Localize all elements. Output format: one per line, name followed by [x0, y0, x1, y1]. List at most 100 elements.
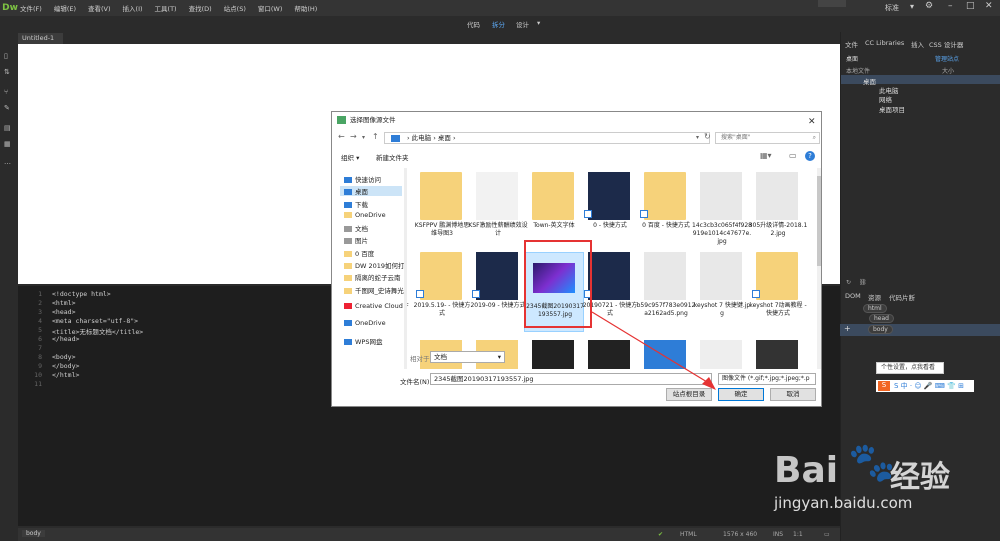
cancel-button[interactable]: 取消 — [770, 388, 816, 401]
site-root-button[interactable]: 站点根目录 — [666, 388, 712, 401]
nav-item[interactable]: DW 2019如何打 — [344, 260, 405, 270]
tab-files[interactable]: 文件 — [845, 39, 858, 49]
branch-icon[interactable]: ⑂ — [4, 88, 14, 97]
outline-icon[interactable]: ▦ — [4, 140, 14, 149]
tree-item-desktop-projects[interactable]: 桌面项目 — [879, 104, 905, 114]
sort-icon[interactable]: ⇅ — [4, 68, 14, 77]
file-thumbnail[interactable] — [700, 340, 742, 369]
file-item[interactable]: 0 - 快捷方式 — [580, 172, 640, 252]
filename-input[interactable]: 2345截图20190317193557.jpg — [430, 373, 712, 385]
tab-snippets[interactable]: 代码片断 — [889, 292, 915, 302]
refresh-icon[interactable]: ↻ — [704, 132, 711, 141]
sogou-icon[interactable]: S — [878, 381, 890, 391]
file-item[interactable]: keyshot 7动画教程 - 快捷方式 — [748, 252, 808, 332]
address-bar[interactable]: › 此电脑 › 桌面 › — [384, 132, 710, 144]
menu-help[interactable]: 帮助(H) — [294, 3, 317, 13]
code-text[interactable]: <meta charset="utf-8"> — [52, 317, 138, 325]
dom-node-body[interactable]: body — [868, 325, 893, 334]
file-thumbnail[interactable] — [644, 340, 686, 369]
workspace-switcher[interactable]: 标准 — [885, 3, 899, 13]
file-grid-scrollbar[interactable] — [817, 168, 821, 369]
menu-window[interactable]: 窗口(W) — [258, 3, 283, 13]
chevron-down-icon[interactable]: ▾ — [696, 134, 699, 141]
tab-insert[interactable]: 插入 — [911, 39, 924, 49]
brush-icon[interactable]: ✎ — [4, 104, 14, 113]
search-input[interactable]: 搜索"桌面" ⌕ — [715, 132, 820, 144]
nav-item[interactable]: WPS网盘 — [344, 336, 382, 346]
file-thumbnail[interactable] — [588, 340, 630, 369]
menu-insert[interactable]: 插入(I) — [123, 3, 143, 13]
code-text[interactable]: </head> — [52, 335, 79, 343]
nav-item[interactable]: OneDrive — [344, 211, 386, 219]
minimize-icon[interactable]: – — [948, 1, 953, 11]
gear-icon[interactable]: ⚙ — [925, 1, 933, 11]
new-folder-button[interactable]: 新建文件夹 — [376, 152, 409, 162]
file-item[interactable]: KSF激励性薪酬绩效设计 — [468, 172, 528, 252]
maximize-icon[interactable]: □ — [966, 1, 975, 11]
file-icon[interactable]: ▯ — [4, 52, 14, 61]
menu-site[interactable]: 站点(S) — [224, 3, 246, 13]
tab-cc-libraries[interactable]: CC Libraries — [865, 39, 904, 47]
code-view-button[interactable]: 代码 — [467, 19, 480, 29]
file-item[interactable]: Town-英文字体 — [524, 172, 584, 252]
close-icon[interactable]: ✕ — [808, 114, 816, 130]
location-select[interactable]: 桌面 — [846, 54, 858, 63]
file-item[interactable]: keyshot 7 快捷键.jpg — [692, 252, 752, 332]
code-text[interactable]: </body> — [52, 362, 79, 370]
file-item[interactable]: 0 百度 - 快捷方式 — [636, 172, 696, 252]
nav-item[interactable]: 文档 — [344, 223, 368, 233]
file-item[interactable]: 14c3cb3c065f4f928919e1014c47677e.jpg — [692, 172, 752, 252]
doc-type-label[interactable]: HTML — [680, 531, 697, 538]
nav-item[interactable]: 桌面 — [340, 186, 402, 196]
file-item[interactable]: 2345截图20190317193557.jpg — [524, 252, 584, 332]
organize-button[interactable]: 组织 ▾ — [341, 152, 359, 162]
file-item[interactable]: KSFPPV 鹏渊博地思维导图3 — [412, 172, 472, 252]
link-icon[interactable]: ⛓ — [859, 279, 867, 286]
breadcrumb[interactable]: › 此电脑 › 桌面 › — [407, 134, 456, 142]
nav-item[interactable]: 下载 — [344, 199, 368, 209]
close-icon[interactable]: ✕ — [985, 1, 993, 11]
nav-item[interactable]: 0 百度 — [344, 248, 374, 258]
help-icon[interactable]: ? — [805, 151, 815, 161]
nav-item[interactable]: 千图网_史诗舞光 — [344, 285, 404, 295]
code-text[interactable]: <head> — [52, 308, 75, 316]
file-item[interactable]: 305升级详情-2018.12.jpg — [748, 172, 808, 252]
nav-scrollbar[interactable] — [404, 168, 407, 369]
code-text[interactable]: </html> — [52, 371, 79, 379]
file-type-select[interactable]: 图像文件 (*.gif;*.jpg;*.jpeg;*.p — [718, 373, 816, 385]
nav-item[interactable]: Creative Cloud F — [344, 302, 409, 310]
menu-file[interactable]: 文件(F) — [20, 3, 42, 13]
tab-dom[interactable]: DOM — [845, 292, 861, 300]
view-options-icon[interactable]: ▦▾ — [760, 151, 772, 160]
window-size-label[interactable]: 1576 x 460 — [723, 531, 757, 538]
nav-item[interactable]: 隔离的蛇子云南 — [344, 272, 401, 282]
design-view-button[interactable]: 设计 — [516, 19, 529, 29]
plus-icon[interactable]: + — [844, 324, 851, 333]
file-thumbnail[interactable] — [756, 340, 798, 369]
tab-assets[interactable]: 资源 — [868, 292, 881, 302]
manage-sites-link[interactable]: 管理站点 — [935, 54, 959, 63]
relative-to-select[interactable]: 文档 ▾ — [430, 351, 505, 363]
ok-button[interactable]: 确定 — [718, 388, 764, 401]
file-item[interactable]: b59c957f783e0912a2162ad5.png — [636, 252, 696, 332]
nav-item[interactable]: 快速访问 — [344, 174, 381, 184]
ime-status[interactable]: S 中 · ☺ 🎤 ⌨ 👕 ⊞ — [894, 381, 964, 391]
preview-pane-icon[interactable]: ▭ — [789, 151, 797, 160]
refresh-icon[interactable]: ↻ — [846, 279, 851, 286]
chevron-down-icon[interactable]: ▾ — [362, 134, 365, 141]
file-thumbnail[interactable] — [532, 340, 574, 369]
code-text[interactable]: <body> — [52, 353, 75, 361]
menu-view[interactable]: 查看(V) — [88, 3, 111, 13]
tree-item-network[interactable]: 网络 — [879, 94, 892, 104]
chevron-down-icon[interactable]: ▾ — [537, 19, 540, 27]
file-item[interactable]: 20190721 - 快捷方式 — [580, 252, 640, 332]
tab-css-designer[interactable]: CSS 设计器 — [929, 39, 963, 49]
more-icon[interactable]: … — [4, 158, 14, 167]
file-item[interactable]: 2019.5.19- - 快捷方式 — [412, 252, 472, 332]
dom-node-html[interactable]: html — [863, 304, 887, 313]
chevron-down-icon[interactable]: ▾ — [910, 2, 914, 11]
nav-item[interactable]: OneDrive — [344, 319, 386, 327]
tree-item-desktop[interactable]: 桌面 — [863, 76, 876, 86]
menu-edit[interactable]: 编辑(E) — [54, 3, 76, 13]
file-item[interactable]: 2019-09 - 快捷方式 — [468, 252, 528, 332]
